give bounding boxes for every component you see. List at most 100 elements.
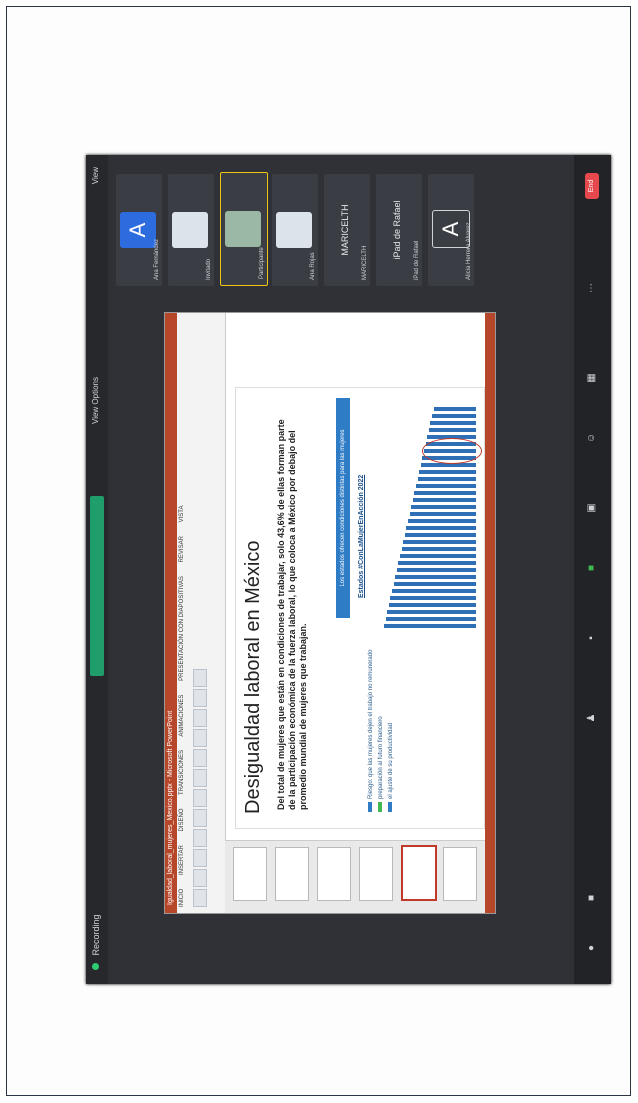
legend-swatch — [368, 802, 373, 812]
participant-tile[interactable]: Ana Rojas — [272, 174, 318, 286]
end-meeting-button[interactable]: End — [585, 173, 599, 199]
avatar: A — [432, 210, 470, 248]
italic-icon[interactable] — [193, 789, 207, 807]
reactions-icon[interactable]: ☺ — [586, 432, 597, 444]
participant-name: MARICELTH — [362, 245, 368, 280]
window-title: Igualdad_laboral_mujeres_Mexico.pptx - M… — [165, 313, 177, 913]
chart-bar — [430, 421, 476, 425]
slide-thumb[interactable] — [233, 847, 267, 901]
gallery-view-button[interactable]: View — [91, 167, 100, 184]
participant-tile[interactable]: iPad de Rafael iPad de Rafael — [376, 174, 422, 286]
chart-bar — [396, 568, 476, 572]
video-icon[interactable]: ■ — [586, 892, 597, 904]
chart-bar — [411, 505, 476, 509]
record-dot-icon — [92, 963, 99, 970]
highlight-circle — [422, 438, 482, 464]
chart-bar — [406, 526, 476, 530]
chart-banner: Los estados ofrecen condiciones distinta… — [336, 398, 350, 618]
participant-tile[interactable]: A Alicia Herrera Alvarez — [428, 174, 474, 286]
more-icon[interactable]: ⋯ — [586, 282, 597, 294]
view-options-button[interactable]: View Options — [91, 377, 100, 424]
participant-name: iPad de Rafael — [414, 240, 420, 280]
chat-icon[interactable]: ▪ — [586, 632, 597, 644]
photo-frame: Recording View Options View Igualdad_lab… — [6, 6, 631, 1096]
share-screen-icon[interactable]: ■ — [586, 562, 597, 574]
participant-name: Invitado — [206, 258, 212, 280]
participant-tile[interactable]: A Ana Fernández — [116, 174, 162, 286]
slide-legend: Riesgo: que las mujeres dejen el trabajo… — [366, 650, 396, 812]
chart-bar — [403, 540, 476, 544]
tab-vista[interactable]: VISTA — [179, 506, 185, 523]
participant-name: Ana Rojas — [310, 252, 316, 280]
chart-title: Estados #ConLaMujerEnAcción 2022 — [358, 474, 365, 598]
chart-bar — [417, 477, 476, 481]
video-feed — [225, 211, 261, 247]
chart-bar — [412, 498, 476, 502]
chart-bar — [390, 596, 476, 600]
ribbon-tabs: INICIO INSERTAR DISEÑO TRANSICIONES ANIM… — [179, 494, 185, 908]
chart-bar — [409, 512, 476, 516]
participant-name: Alicia Herrera Alvarez — [466, 222, 472, 280]
chart-bar — [392, 589, 476, 593]
slide-thumb[interactable] — [443, 847, 477, 901]
record-icon[interactable]: ▣ — [586, 502, 597, 514]
chart-bar — [433, 407, 476, 411]
layout-icon[interactable] — [193, 849, 207, 867]
ribbon-toolbar — [191, 319, 221, 907]
monitor-screen: Recording View Options View Igualdad_lab… — [86, 155, 611, 984]
participant-name: Participante — [259, 247, 265, 279]
underline-icon[interactable] — [193, 769, 207, 787]
tab-presentacion[interactable]: PRESENTACIÓN CON DIAPOSITIVAS — [179, 576, 185, 681]
recording-indicator: Recording — [91, 850, 103, 970]
slide-thumb[interactable] — [317, 847, 351, 901]
bullets-icon[interactable] — [193, 729, 207, 747]
tab-revisar[interactable]: REVISAR — [179, 536, 185, 562]
participant-tile[interactable]: Invitado — [168, 174, 214, 286]
chart-bar — [398, 561, 476, 565]
legend-item: preparación al futuro financiero — [376, 650, 386, 812]
chart-bar — [401, 547, 476, 551]
slide-thumb-selected[interactable] — [401, 845, 437, 901]
font-icon[interactable] — [193, 829, 207, 847]
slide-thumb[interactable] — [275, 847, 309, 901]
chart-bar — [385, 617, 476, 621]
arrange-icon[interactable] — [193, 689, 207, 707]
tab-inicio[interactable]: INICIO — [179, 889, 185, 907]
new-slide-icon[interactable] — [193, 869, 207, 887]
recording-label: Recording — [91, 914, 101, 956]
legend-item: Riesgo: que las mujeres dejen el trabajo… — [366, 650, 376, 812]
bold-icon[interactable] — [193, 809, 207, 827]
paste-icon[interactable] — [193, 889, 207, 907]
find-icon[interactable] — [193, 669, 207, 687]
align-icon[interactable] — [193, 749, 207, 767]
avatar-image — [276, 212, 312, 248]
participant-gallery: A Ana Fernández Invitado Participante An… — [116, 164, 516, 294]
participant-display-name: iPad de Rafael — [392, 200, 402, 260]
chart-bar — [388, 603, 476, 607]
powerpoint-window: Igualdad_laboral_mujeres_Mexico.pptx - M… — [164, 312, 496, 914]
participant-tile[interactable]: MARICELTH MARICELTH — [324, 174, 370, 286]
participants-icon[interactable]: ♟ — [586, 712, 597, 724]
tab-animaciones[interactable]: ANIMACIONES — [179, 695, 185, 737]
tab-transiciones[interactable]: TRANSICIONES — [179, 750, 185, 795]
tab-insertar[interactable]: INSERTAR — [179, 845, 185, 875]
mic-icon[interactable]: ● — [586, 942, 597, 954]
slide-thumb[interactable] — [359, 847, 393, 901]
shapes-icon[interactable] — [193, 709, 207, 727]
legend-swatch — [388, 802, 393, 812]
tab-diseno[interactable]: DISEÑO — [179, 809, 185, 832]
meeting-controls: ● ■ ♟ ▪ ■ ▣ ☺ ▦ ⋯ End — [574, 155, 611, 984]
avatar: A — [120, 212, 156, 248]
chart-bar — [387, 610, 476, 614]
chart-bar — [432, 414, 476, 418]
chart-bar — [414, 491, 476, 495]
participant-tile-active[interactable]: Participante — [220, 172, 268, 286]
chart-bar — [404, 533, 476, 537]
participant-name: Ana Fernández — [154, 238, 160, 280]
bar-chart — [376, 398, 476, 628]
rotated-meeting-view: Recording View Options View Igualdad_lab… — [86, 155, 611, 984]
participant-display-name: MARICELTH — [340, 204, 350, 256]
apps-icon[interactable]: ▦ — [586, 372, 597, 384]
slide-body: Del total de mujeres que están en condic… — [276, 419, 308, 810]
chart-bar — [395, 575, 476, 579]
